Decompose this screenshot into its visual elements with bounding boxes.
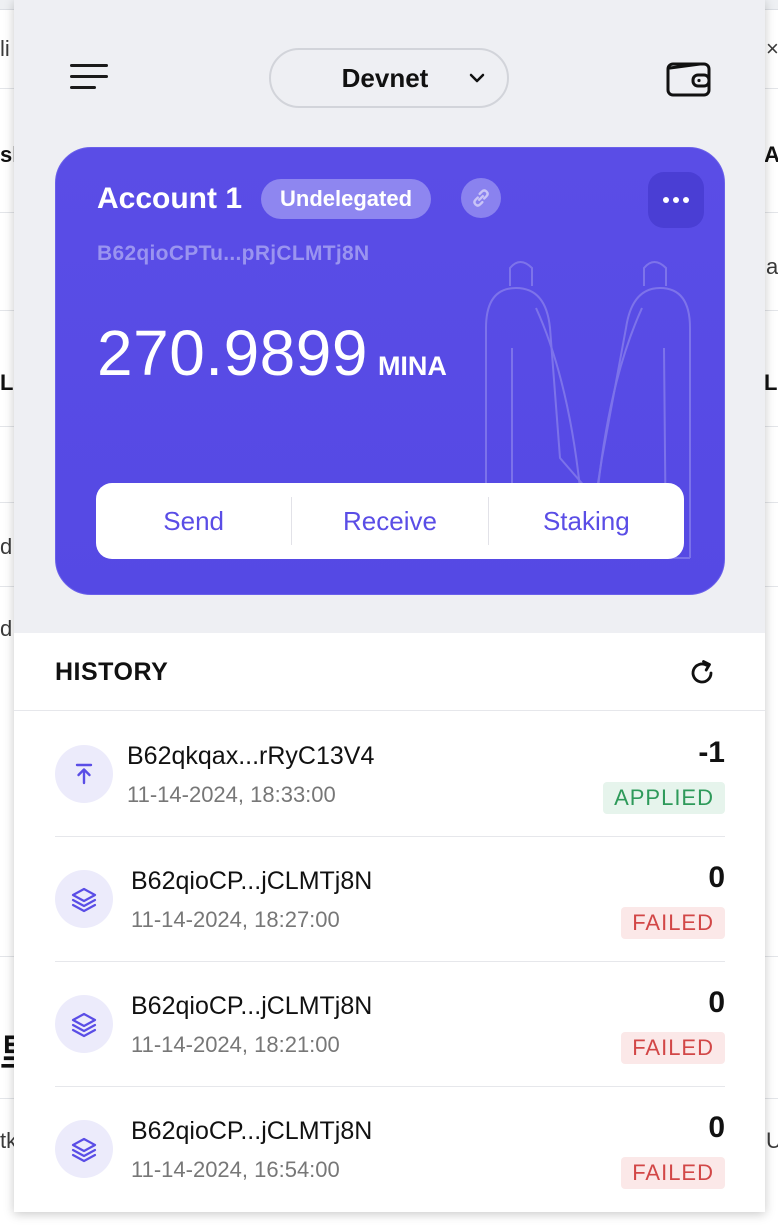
history-item[interactable]: B62qioCP...jCLMTj8N 11-14-2024, 18:21:00…	[55, 962, 725, 1087]
tx-timestamp: 11-14-2024, 18:27:00	[131, 907, 340, 932]
background-text: Ac	[764, 142, 778, 167]
receive-button[interactable]: Receive	[292, 483, 487, 559]
tx-status-badge: APPLIED	[603, 782, 725, 814]
delegation-status-badge: Undelegated	[261, 179, 432, 219]
network-selector[interactable]: Devnet	[269, 48, 509, 108]
tx-amount: 0	[708, 986, 725, 1019]
background-text: li	[0, 36, 10, 61]
history-title: HISTORY	[55, 658, 169, 686]
send-button[interactable]: Send	[96, 483, 291, 559]
network-label: Devnet	[341, 62, 429, 93]
background-text: d	[0, 534, 13, 559]
history-item[interactable]: B62qioCP...jCLMTj8N 11-14-2024, 16:54:00…	[55, 1087, 725, 1212]
wallet-popup: Devnet Account 1 Undelegated B62qioCPTu.…	[14, 0, 765, 1212]
history-item[interactable]: B62qioCP...jCLMTj8N 11-14-2024, 18:27:00…	[55, 837, 725, 962]
chevron-down-icon	[469, 73, 485, 83]
layers-stack-icon	[55, 870, 113, 928]
layers-stack-icon	[55, 1120, 113, 1178]
layers-stack-icon	[55, 995, 113, 1053]
tx-timestamp: 11-14-2024, 18:33:00	[127, 782, 336, 807]
tx-address: B62qioCP...jCLMTj8N	[131, 867, 373, 895]
tx-address: B62qioCP...jCLMTj8N	[131, 1117, 373, 1145]
history-panel: HISTORY B62qkqax...rRyC13V4 11-14-2024, …	[14, 633, 765, 1212]
action-bar: Send Receive Staking	[96, 483, 684, 559]
link-chain-icon[interactable]	[461, 178, 501, 218]
tx-amount: -1	[698, 736, 725, 769]
wallet-icon[interactable]	[666, 60, 712, 98]
top-bar: Devnet	[14, 0, 765, 150]
account-address[interactable]: B62qioCPTu...pRjCLMTj8N	[97, 242, 370, 266]
background-text: ag	[766, 254, 778, 279]
background-text: ×	[766, 36, 778, 61]
background-text: La	[764, 370, 778, 395]
tx-address: B62qioCP...jCLMTj8N	[131, 992, 373, 1020]
tx-amount: 0	[708, 1111, 725, 1144]
tx-address: B62qkqax...rRyC13V4	[127, 742, 375, 770]
tx-status-badge: FAILED	[621, 907, 725, 939]
refresh-icon[interactable]	[686, 657, 718, 689]
tx-timestamp: 11-14-2024, 18:21:00	[131, 1032, 340, 1057]
background-text: U	[766, 1128, 778, 1153]
history-item[interactable]: B62qkqax...rRyC13V4 11-14-2024, 18:33:00…	[55, 712, 725, 837]
balance-display: 270.9899 MINA	[97, 316, 447, 390]
account-name: Account 1	[97, 182, 243, 215]
balance-unit: MINA	[377, 351, 447, 381]
send-arrow-up-icon	[55, 745, 113, 803]
history-header: HISTORY	[14, 633, 765, 711]
staking-button[interactable]: Staking	[489, 483, 684, 559]
account-card: Account 1 Undelegated B62qioCPTu...pRjCL…	[55, 147, 725, 595]
hamburger-menu-icon[interactable]	[70, 62, 110, 94]
tx-amount: 0	[708, 861, 725, 894]
more-options-icon[interactable]	[648, 172, 704, 228]
background-text: d	[0, 616, 13, 641]
balance-amount: 270.9899	[97, 317, 368, 389]
tx-status-badge: FAILED	[621, 1032, 725, 1064]
tx-status-badge: FAILED	[621, 1157, 725, 1189]
tx-timestamp: 11-14-2024, 16:54:00	[131, 1157, 340, 1182]
